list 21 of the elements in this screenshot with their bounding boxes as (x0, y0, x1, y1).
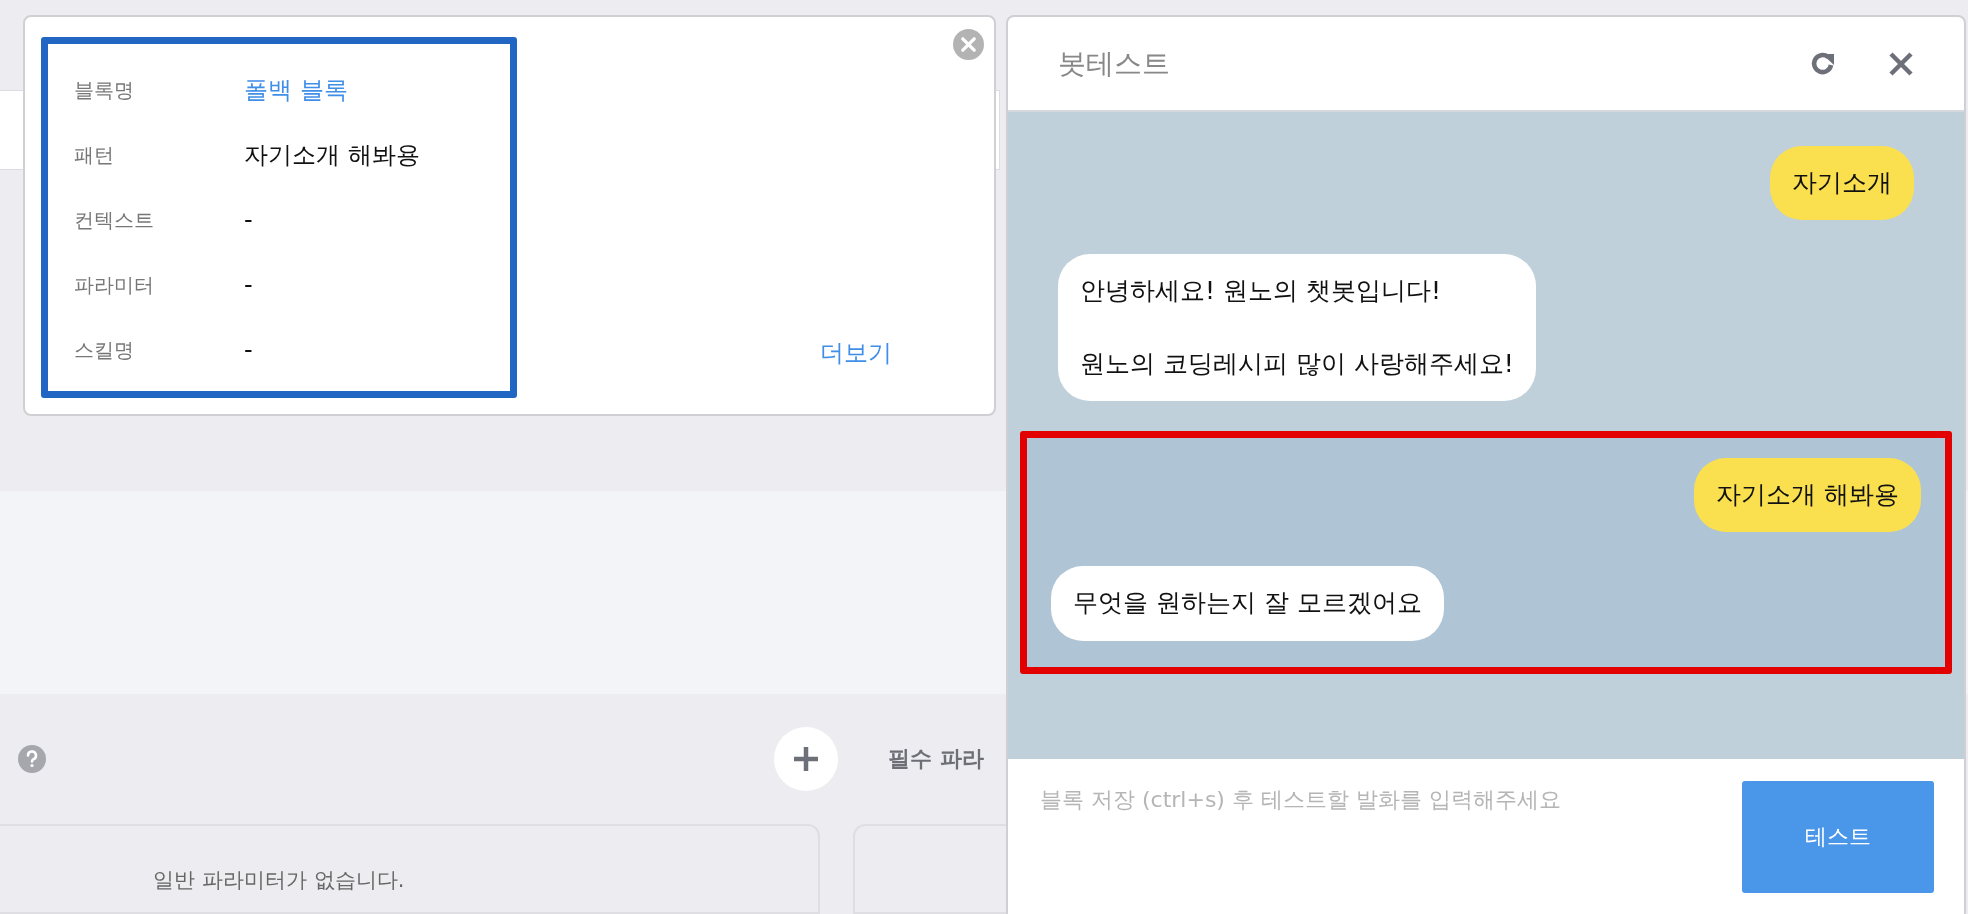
more-link[interactable]: 더보기 (820, 337, 892, 369)
close-icon[interactable] (1888, 50, 1914, 77)
field-value: - (244, 271, 253, 299)
test-button[interactable]: 테스트 (1742, 781, 1934, 893)
field-label: 컨텍스트 (74, 206, 155, 234)
chat-bubble: 자기소개 해봐용 (1694, 458, 1921, 533)
field-label: 파라미터 (74, 271, 155, 299)
field-value: - (244, 206, 253, 234)
field-label: 스킬명 (74, 336, 135, 364)
empty-message: 일반 파라미터가 없습니다. (153, 867, 405, 894)
field-label: 패턴 (74, 141, 115, 169)
section-title: 필수 파라 (888, 745, 984, 773)
field-value: 자기소개 해봐용 (244, 140, 420, 171)
panel-title: 봇테스트 (1058, 45, 1171, 82)
plus-icon (791, 744, 821, 774)
chat-bubble: 안녕하세요! 원노의 챗봇입니다! 원노의 코딩레시피 많이 사랑해주세요! (1058, 254, 1536, 401)
field-label: 블록명 (74, 76, 135, 104)
block-link[interactable]: 폴백 블록 (244, 74, 348, 106)
chat-bubble: 자기소개 (1770, 146, 1914, 221)
chat-bubble: 무엇을 원하는지 잘 모르겠어요 (1051, 566, 1444, 641)
field-value: - (244, 336, 253, 364)
